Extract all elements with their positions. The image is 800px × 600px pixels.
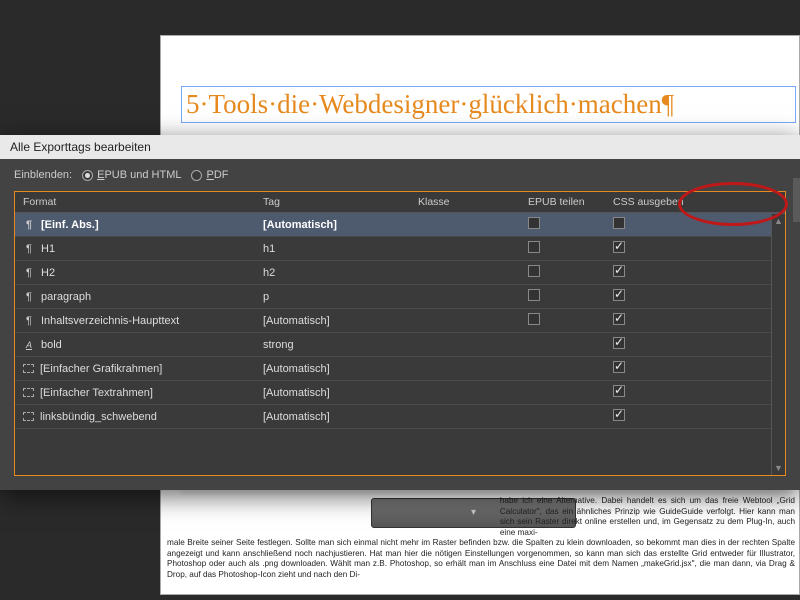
paragraph-style-icon xyxy=(23,315,35,327)
radio-pdf[interactable]: PDF xyxy=(191,169,228,181)
col-header-tag[interactable]: Tag xyxy=(255,192,410,213)
css-ausgeben-cell[interactable] xyxy=(605,405,785,429)
checkbox[interactable] xyxy=(613,265,625,277)
export-tags-dialog: Alle Exporttags bearbeiten Einblenden: E… xyxy=(0,135,800,490)
scroll-down-icon[interactable]: ▼ xyxy=(772,461,785,475)
paragraph-style-icon xyxy=(23,267,35,279)
page-headline[interactable]: 5·Tools·die·Webdesigner·glücklich·machen… xyxy=(181,86,796,123)
checkbox[interactable] xyxy=(528,313,540,325)
css-ausgeben-cell[interactable] xyxy=(605,213,785,237)
epub-teilen-cell[interactable] xyxy=(520,333,605,357)
css-ausgeben-cell[interactable] xyxy=(605,381,785,405)
filter-row: Einblenden: EPUB und HTML PDF xyxy=(14,169,786,181)
checkbox[interactable] xyxy=(528,289,540,301)
format-name: [Einf. Abs.] xyxy=(41,219,99,231)
radio-dot-icon xyxy=(191,170,202,181)
tag-cell[interactable]: [Automatisch] xyxy=(255,213,410,237)
col-header-epub[interactable]: EPUB teilen xyxy=(520,192,605,213)
epub-teilen-cell[interactable] xyxy=(520,285,605,309)
radio-dot-icon xyxy=(82,170,93,181)
table-row[interactable]: Inhaltsverzeichnis-Haupttext [Automatisch… xyxy=(15,309,785,333)
character-style-icon xyxy=(23,339,35,351)
format-name: H2 xyxy=(41,267,55,279)
format-name: [Einfacher Grafikrahmen] xyxy=(40,363,162,375)
table-row[interactable]: [Einfacher Textrahmen] [Automatisch] xyxy=(15,381,785,405)
epub-teilen-cell[interactable] xyxy=(520,213,605,237)
format-name: H1 xyxy=(41,243,55,255)
format-name: bold xyxy=(41,339,62,351)
epub-teilen-cell[interactable] xyxy=(520,261,605,285)
checkbox[interactable] xyxy=(613,289,625,301)
checkbox[interactable] xyxy=(613,313,625,325)
paragraph-style-icon xyxy=(23,243,35,255)
scroll-up-icon[interactable]: ▲ xyxy=(772,214,785,228)
format-name: [Einfacher Textrahmen] xyxy=(40,387,153,399)
dialog-side-buttons[interactable] xyxy=(793,178,800,222)
checkbox[interactable] xyxy=(613,361,625,373)
format-name: paragraph xyxy=(41,291,91,303)
object-style-icon xyxy=(23,388,34,397)
table-row[interactable]: [Einfacher Grafikrahmen] [Automatisch] xyxy=(15,357,785,381)
table-row[interactable]: bold strong xyxy=(15,333,785,357)
paragraph-style-icon xyxy=(23,219,35,231)
checkbox[interactable] xyxy=(528,241,540,253)
table-row[interactable]: [Einf. Abs.] [Automatisch] xyxy=(15,213,785,237)
epub-teilen-cell[interactable] xyxy=(520,381,605,405)
checkbox[interactable] xyxy=(613,385,625,397)
paragraph-style-icon xyxy=(23,291,35,303)
klasse-cell[interactable] xyxy=(410,213,520,237)
klasse-cell[interactable] xyxy=(410,237,520,261)
klasse-cell[interactable] xyxy=(410,333,520,357)
checkbox[interactable] xyxy=(613,241,625,253)
checkbox[interactable] xyxy=(528,217,540,229)
radio-epub-html[interactable]: EPUB und HTML xyxy=(82,169,181,181)
epub-teilen-cell[interactable] xyxy=(520,357,605,381)
epub-teilen-cell[interactable] xyxy=(520,237,605,261)
filter-label: Einblenden: xyxy=(14,169,72,181)
klasse-cell[interactable] xyxy=(410,357,520,381)
tag-cell[interactable]: p xyxy=(255,285,410,309)
checkbox[interactable] xyxy=(613,217,625,229)
checkbox[interactable] xyxy=(613,337,625,349)
format-name: linksbündig_schwebend xyxy=(40,411,157,423)
tag-cell[interactable]: [Automatisch] xyxy=(255,309,410,333)
css-ausgeben-cell[interactable] xyxy=(605,357,785,381)
epub-teilen-cell[interactable] xyxy=(520,309,605,333)
tag-cell[interactable]: strong xyxy=(255,333,410,357)
col-header-format[interactable]: Format xyxy=(15,192,255,213)
object-style-icon xyxy=(23,412,34,421)
tag-cell[interactable]: [Automatisch] xyxy=(255,381,410,405)
table-row[interactable]: linksbündig_schwebend [Automatisch] xyxy=(15,405,785,429)
klasse-cell[interactable] xyxy=(410,285,520,309)
col-header-klasse[interactable]: Klasse xyxy=(410,192,520,213)
klasse-cell[interactable] xyxy=(410,381,520,405)
css-ausgeben-cell[interactable] xyxy=(605,285,785,309)
page-body-text: habe ich eine Alternative. Dabei handelt… xyxy=(161,496,800,580)
object-style-icon xyxy=(23,364,34,373)
klasse-cell[interactable] xyxy=(410,309,520,333)
tag-cell[interactable]: [Automatisch] xyxy=(255,405,410,429)
table-row[interactable]: paragraph p xyxy=(15,285,785,309)
klasse-cell[interactable] xyxy=(410,405,520,429)
css-ausgeben-cell[interactable] xyxy=(605,333,785,357)
col-header-css[interactable]: CSS ausgeben xyxy=(605,192,785,213)
klasse-cell[interactable] xyxy=(410,261,520,285)
checkbox[interactable] xyxy=(613,409,625,421)
table-row[interactable]: H1 h1 xyxy=(15,237,785,261)
tag-cell[interactable]: [Automatisch] xyxy=(255,357,410,381)
css-ausgeben-cell[interactable] xyxy=(605,237,785,261)
tag-cell[interactable]: h1 xyxy=(255,237,410,261)
css-ausgeben-cell[interactable] xyxy=(605,309,785,333)
css-ausgeben-cell[interactable] xyxy=(605,261,785,285)
checkbox[interactable] xyxy=(528,265,540,277)
export-tags-table[interactable]: Format Tag Klasse EPUB teilen CSS ausgeb… xyxy=(14,191,786,476)
format-name: Inhaltsverzeichnis-Haupttext xyxy=(41,315,179,327)
dialog-title: Alle Exporttags bearbeiten xyxy=(0,135,800,159)
table-row[interactable]: H2 h2 xyxy=(15,261,785,285)
epub-teilen-cell[interactable] xyxy=(520,405,605,429)
tag-cell[interactable]: h2 xyxy=(255,261,410,285)
scrollbar[interactable]: ▲ ▼ xyxy=(771,214,785,475)
